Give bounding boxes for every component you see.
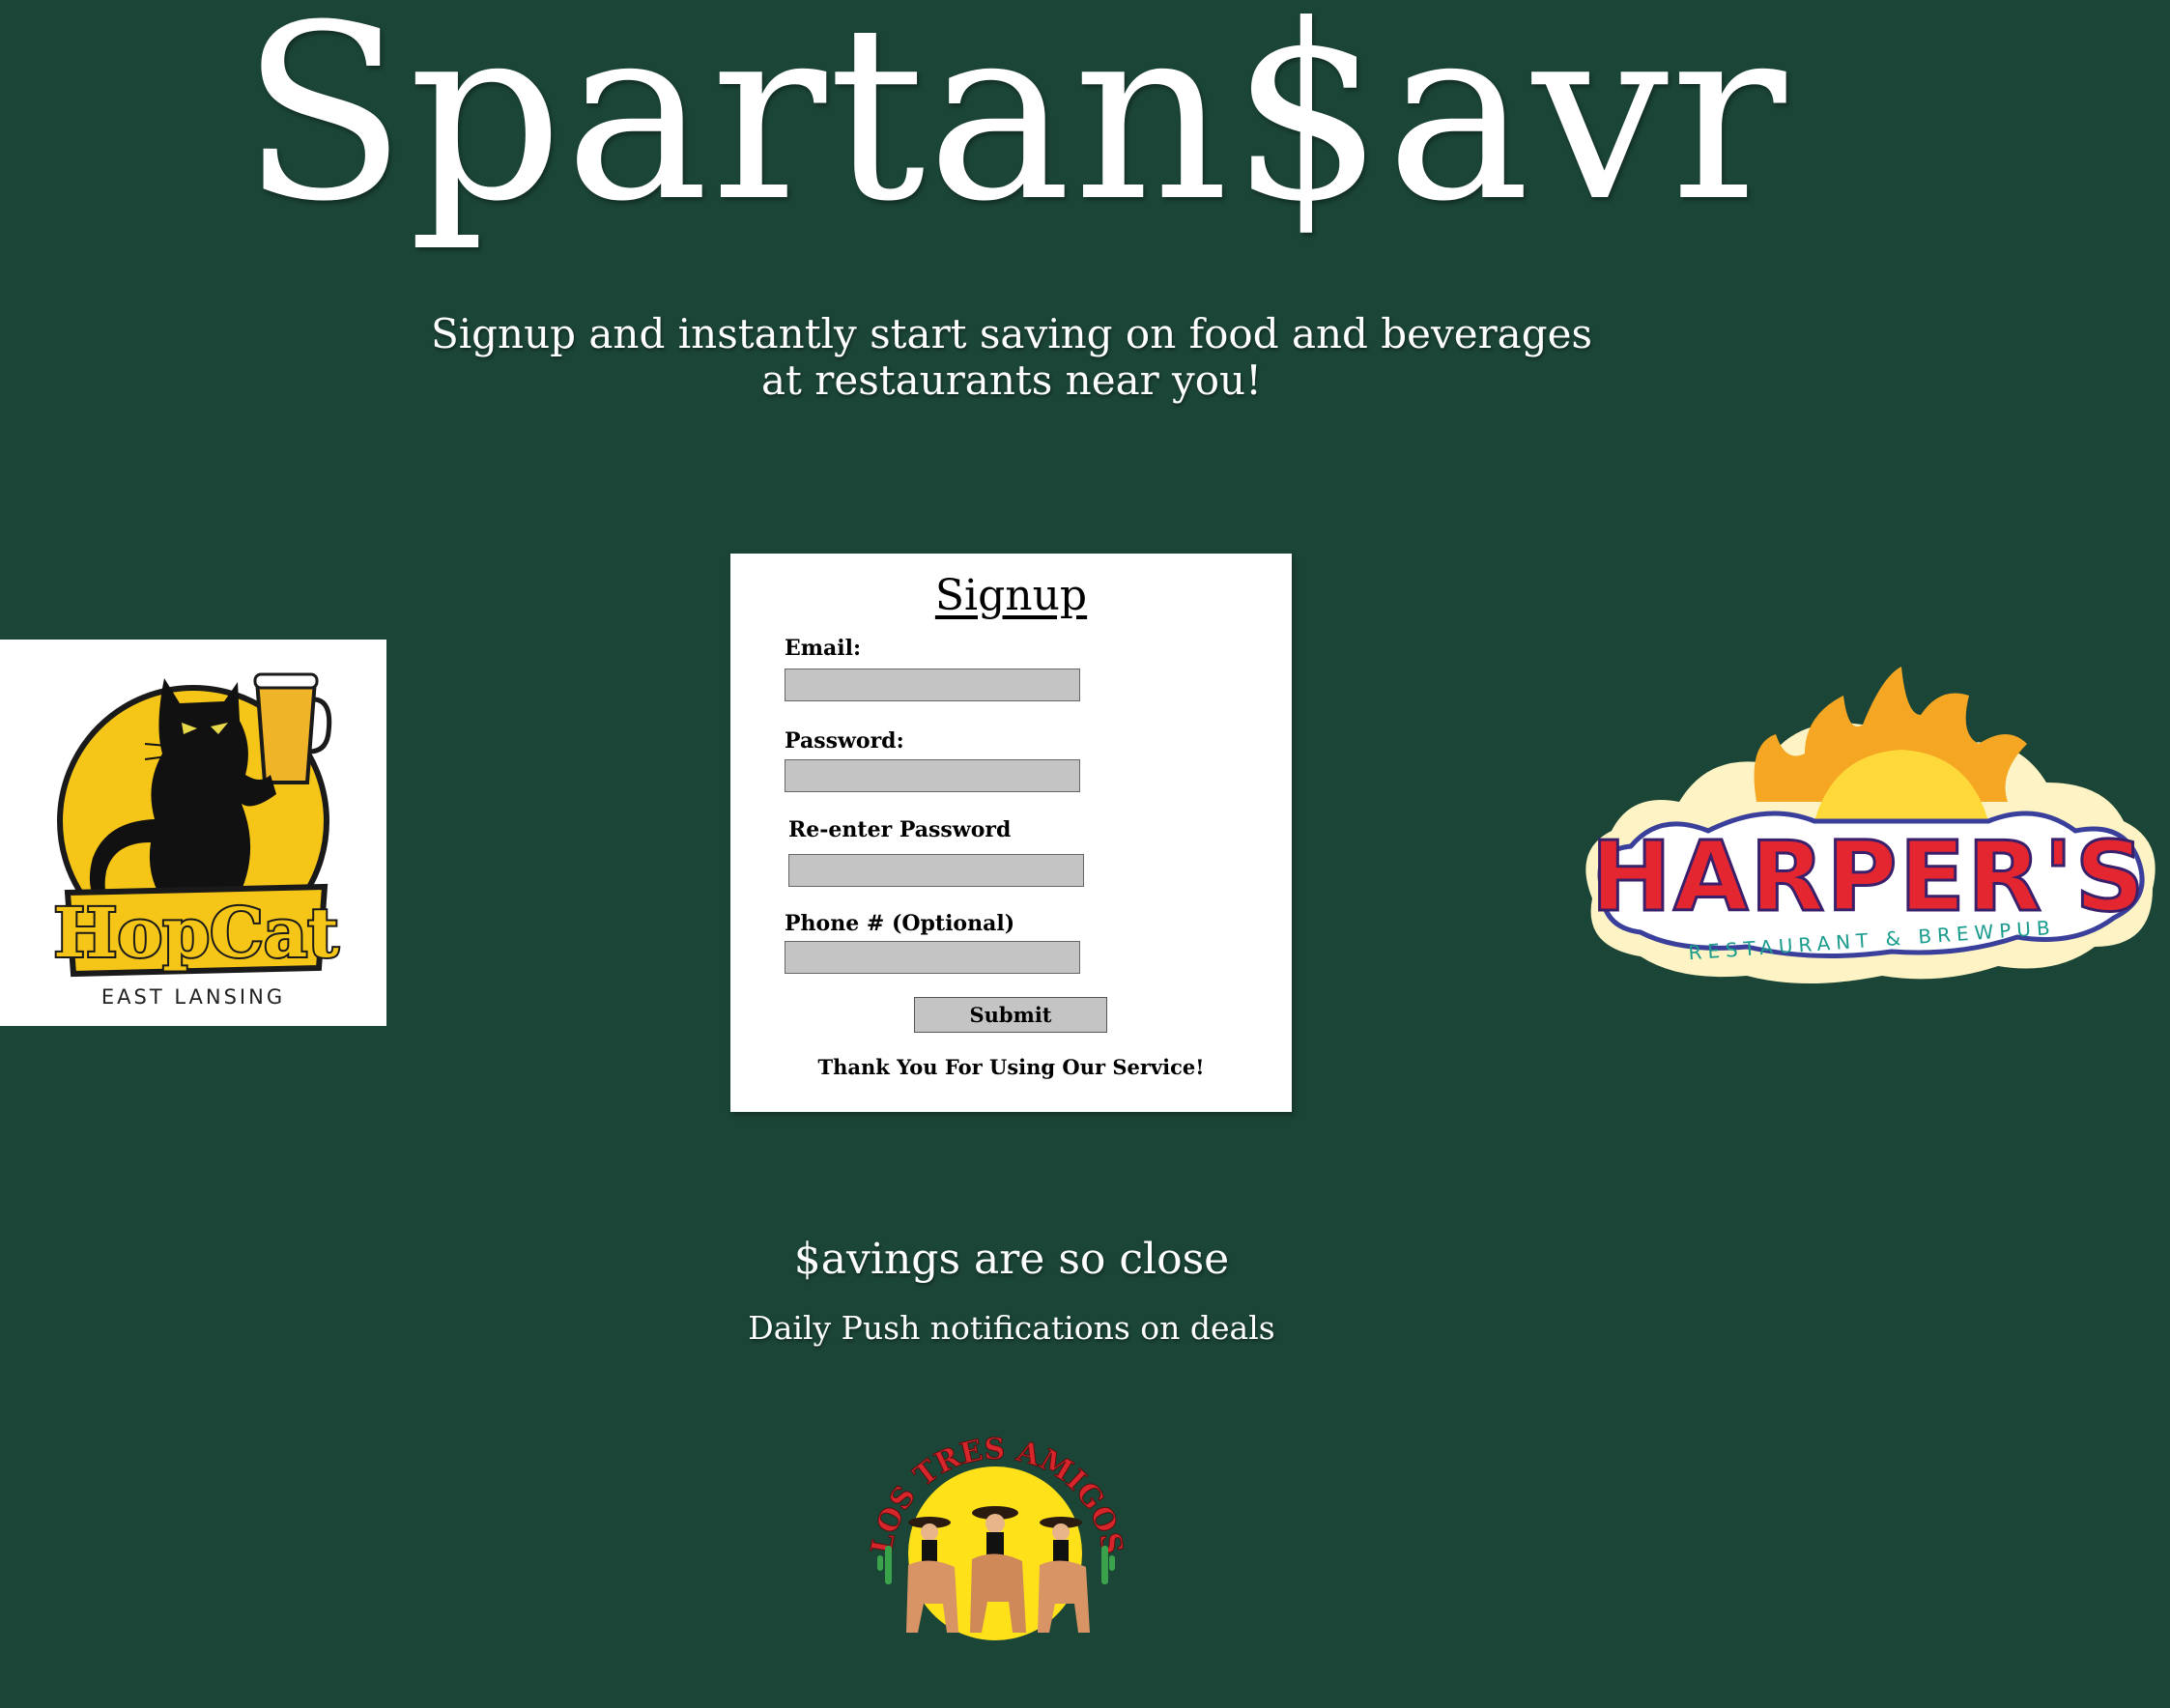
tagline-line-1: Signup and instantly start saving on foo… [430,310,1593,357]
email-label: Email: [785,636,862,661]
reenter-password-label: Re-enter Password [788,817,1012,842]
harpers-name: HARPER'S [1590,820,2146,933]
brand-title: Spartan$avr [241,0,1788,254]
savings-heading: $avings are so close [793,1235,1230,1284]
svg-text:HopCat: HopCat [53,893,338,973]
thank-you-message: Thank You For Using Our Service! [817,1055,1205,1079]
harpers-logo: HARPER'S RESTAURANT & BREWPUB [1573,657,2164,991]
phone-field[interactable] [785,941,1080,974]
los-tres-amigos-logo-graphic: LOS TRES AMIGOS [865,1432,1129,1640]
hopcat-logo-graphic: HopCat EAST LANSING [51,672,341,1009]
signup-form: Signup Email: Password: Re-enter Passwor… [730,554,1292,1112]
email-field[interactable] [785,669,1080,701]
hopcat-location: EAST LANSING [101,985,285,1009]
submit-button[interactable]: Submit [914,997,1107,1033]
los-tres-amigos-logo: LOS TRES AMIGOS [862,1401,1129,1642]
signup-title: Signup [934,571,1088,620]
beer-glass-icon [253,672,332,784]
harpers-logo-graphic: HARPER'S RESTAURANT & BREWPUB [1585,667,2156,983]
password-label: Password: [785,728,904,754]
reenter-password-field[interactable] [788,854,1084,887]
hopcat-wordmark: HopCat [51,883,341,978]
tagline-line-2: at restaurants near you! [761,356,1262,404]
password-field[interactable] [785,759,1080,792]
phone-label: Phone # (Optional) [785,911,1015,936]
hero-tagline: Signup and instantly start saving on foo… [0,311,2023,404]
savings-subheading: Daily Push notifications on deals [748,1309,1275,1347]
hopcat-logo: HopCat EAST LANSING [0,640,386,1026]
